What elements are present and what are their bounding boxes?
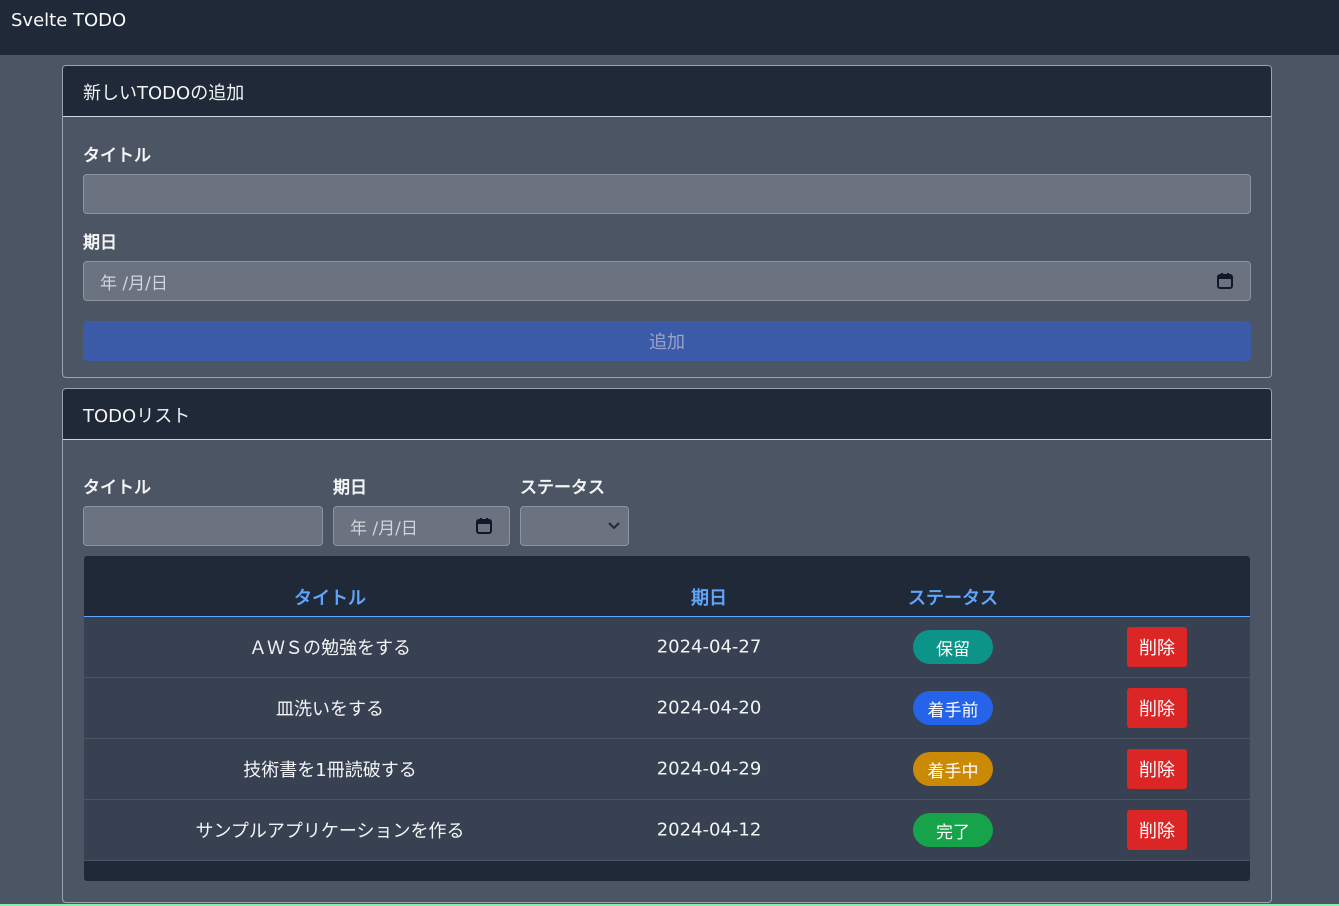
todo-title: 技術書を1冊読破する: [243, 760, 417, 781]
delete-button[interactable]: 削除: [1127, 688, 1187, 728]
todo-list-card: TODOリスト タイトル 期日 年 /月/日 ステータス タイトル 期日 ステー…: [62, 388, 1272, 903]
table-row: 皿洗いをする 2024-04-20 着手前 削除: [84, 678, 1250, 739]
todo-title: ＡＷＳの勉強をする: [249, 638, 411, 659]
todo-table: タイトル 期日 ステータス ＡＷＳの勉強をする 2024-04-27 保留 削除…: [83, 555, 1251, 882]
filter-title-label: タイトル: [83, 478, 151, 498]
date-label: 期日: [83, 233, 117, 253]
add-todo-header: 新しいTODOの追加: [63, 66, 1271, 117]
table-row: 技術書を1冊読破する 2024-04-29 着手中 削除: [84, 739, 1250, 800]
chevron-down-icon: [608, 522, 620, 530]
filter-status-label: ステータス: [520, 478, 605, 498]
calendar-icon[interactable]: [1216, 272, 1234, 290]
todo-due: 2024-04-20: [656, 697, 762, 719]
title-input[interactable]: [83, 174, 1251, 214]
add-button[interactable]: 追加: [83, 321, 1251, 361]
status-badge[interactable]: 保留: [913, 630, 993, 664]
calendar-icon[interactable]: [475, 517, 493, 535]
date-input[interactable]: 年 /月/日: [83, 261, 1251, 301]
delete-button[interactable]: 削除: [1127, 749, 1187, 789]
column-title[interactable]: タイトル: [294, 584, 366, 610]
date-placeholder: 年 /月/日: [100, 273, 168, 294]
status-badge[interactable]: 完了: [913, 813, 993, 847]
todo-due: 2024-04-12: [656, 819, 762, 841]
column-status[interactable]: ステータス: [908, 584, 998, 610]
app-brand[interactable]: Svelte TODO: [11, 10, 126, 31]
delete-button[interactable]: 削除: [1127, 810, 1187, 850]
filter-date-placeholder: 年 /月/日: [350, 518, 418, 539]
add-todo-card: 新しいTODOの追加 タイトル 期日 年 /月/日 追加: [62, 65, 1272, 378]
table-row: サンプルアプリケーションを作る 2024-04-12 完了 削除: [84, 800, 1250, 861]
todo-title: サンプルアプリケーションを作る: [195, 821, 465, 842]
filter-date-input[interactable]: 年 /月/日: [333, 506, 510, 546]
todo-title: 皿洗いをする: [276, 699, 384, 720]
todo-due: 2024-04-27: [656, 636, 762, 658]
table-row: ＡＷＳの勉強をする 2024-04-27 保留 削除: [84, 617, 1250, 678]
status-badge[interactable]: 着手中: [913, 752, 993, 786]
table-header: タイトル 期日 ステータス: [84, 556, 1250, 617]
filter-status-select[interactable]: [520, 506, 629, 546]
navbar: Svelte TODO: [0, 0, 1339, 55]
todo-due: 2024-04-29: [656, 758, 762, 780]
todo-list-header: TODOリスト: [63, 389, 1271, 440]
delete-button[interactable]: 削除: [1127, 627, 1187, 667]
filter-date-label: 期日: [333, 478, 367, 498]
column-due[interactable]: 期日: [691, 584, 727, 610]
title-label: タイトル: [83, 146, 151, 166]
filter-title-input[interactable]: [83, 506, 323, 546]
status-badge[interactable]: 着手前: [913, 691, 993, 725]
